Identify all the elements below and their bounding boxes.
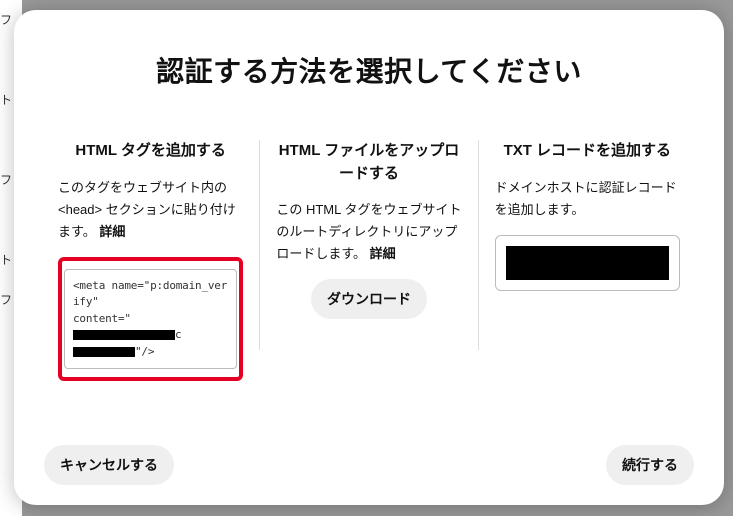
column-divider	[259, 140, 260, 350]
details-link-html-tag[interactable]: 詳細	[99, 224, 125, 239]
option-html-tag-heading: HTML タグを追加する	[58, 140, 243, 163]
modal-footer: キャンセルする 続行する	[44, 445, 694, 485]
cancel-button[interactable]: キャンセルする	[44, 445, 174, 485]
download-button[interactable]: ダウンロード	[311, 279, 427, 319]
claim-method-modal: 認証する方法を選択してください HTML タグを追加する このタグをウェブサイト…	[14, 10, 724, 505]
option-txt-record-desc: ドメインホストに認証レコードを追加します。	[495, 177, 680, 221]
option-html-tag-desc: このタグをウェブサイト内の <head> セクションに貼り付けます。 詳細	[58, 177, 243, 243]
option-html-tag: HTML タグを追加する このタグをウェブサイト内の <head> セクションに…	[44, 140, 257, 425]
redacted-txt-record	[506, 246, 669, 280]
option-html-file-desc: この HTML タグをウェブサイトのルートディレクトリにアップロードします。 詳…	[276, 199, 461, 265]
option-html-file-heading: HTML ファイルをアップロードする	[276, 140, 461, 185]
option-txt-record: TXT レコードを追加する ドメインホストに認証レコードを追加します。	[481, 140, 694, 425]
modal-title: 認証する方法を選択してください	[44, 50, 694, 90]
continue-button[interactable]: 続行する	[606, 445, 694, 485]
redacted-content-2	[73, 347, 135, 357]
option-html-file: HTML ファイルをアップロードする この HTML タグをウェブサイトのルート…	[262, 140, 475, 425]
txt-record-box[interactable]	[495, 235, 680, 291]
options-row: HTML タグを追加する このタグをウェブサイト内の <head> セクションに…	[44, 140, 694, 425]
column-divider	[478, 140, 479, 350]
option-txt-record-heading: TXT レコードを追加する	[495, 140, 680, 163]
redacted-content-1	[73, 330, 175, 340]
meta-tag-snippet[interactable]: <meta name="p:domain_verify" content="c …	[64, 269, 237, 370]
meta-tag-box: <meta name="p:domain_verify" content="c …	[58, 257, 243, 382]
details-link-html-file[interactable]: 詳細	[370, 246, 396, 261]
